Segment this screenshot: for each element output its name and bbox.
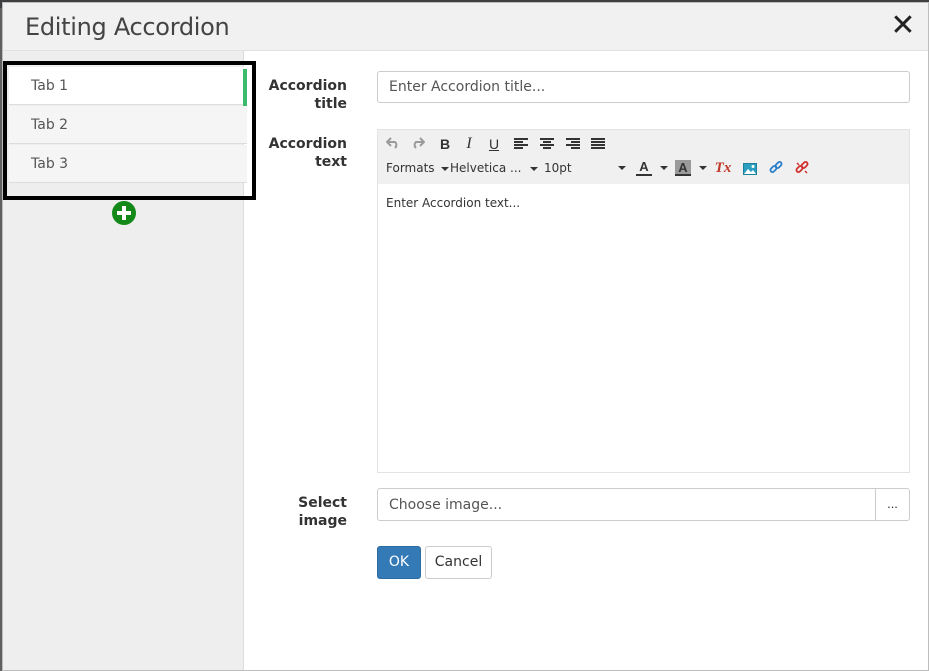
label-line: Select: [298, 495, 347, 511]
chevron-down-icon: [440, 166, 449, 171]
tab-item-3[interactable]: Tab 3: [9, 145, 247, 183]
add-tab-button[interactable]: [112, 201, 136, 225]
label-line: image: [298, 513, 347, 529]
accordion-text-label: Accordion text: [261, 135, 347, 171]
tab-label: Tab 3: [31, 156, 69, 172]
redo-icon[interactable]: [409, 134, 427, 154]
dialog-header: Editing Accordion ✕: [3, 3, 928, 51]
chevron-down-icon: [618, 166, 626, 170]
browse-image-button[interactable]: ...: [875, 488, 910, 521]
align-justify-icon[interactable]: [591, 138, 607, 152]
accordion-dialog: Editing Accordion ✕ Tab 1 Tab 2 Tab 3 Ac…: [2, 2, 929, 671]
rich-text-editor: B I U Formats Helvetica ... 10pt A A Tx …: [377, 129, 910, 473]
select-image-label: Select image: [261, 494, 347, 530]
chevron-down-icon[interactable]: [660, 166, 668, 170]
label-line: text: [315, 154, 347, 170]
tab-list: Tab 1 Tab 2 Tab 3: [3, 61, 256, 200]
close-icon: ✕: [890, 8, 916, 43]
chevron-down-icon[interactable]: [699, 166, 707, 170]
italic-icon[interactable]: I: [460, 134, 478, 154]
label-line: Accordion: [268, 78, 347, 94]
ok-button[interactable]: OK: [377, 546, 421, 579]
align-right-icon[interactable]: [566, 138, 582, 152]
tab-item-1[interactable]: Tab 1: [9, 67, 247, 106]
link-icon[interactable]: [768, 160, 784, 176]
editor-toolbar: B I U Formats Helvetica ... 10pt A A Tx: [378, 130, 909, 184]
clear-formatting-icon[interactable]: Tx: [714, 158, 732, 178]
undo-icon[interactable]: [384, 134, 402, 154]
editor-content[interactable]: Enter Accordion text...: [386, 196, 520, 210]
image-path-input[interactable]: [377, 488, 876, 521]
tabs-sidebar: Tab 1 Tab 2 Tab 3: [3, 51, 256, 670]
underline-icon[interactable]: U: [485, 134, 503, 154]
label-line: Accordion: [268, 136, 347, 152]
font-family-dropdown[interactable]: Helvetica ...: [450, 158, 539, 178]
accordion-title-input[interactable]: [377, 71, 910, 103]
label-line: title: [314, 96, 347, 112]
align-left-icon[interactable]: [514, 138, 530, 152]
close-button[interactable]: ✕: [890, 11, 916, 41]
font-size-label: 10pt: [544, 161, 572, 175]
font-family-label: Helvetica ...: [450, 161, 522, 175]
chevron-down-icon: [530, 166, 539, 171]
tab-label: Tab 1: [31, 78, 69, 94]
unlink-icon[interactable]: [794, 160, 810, 176]
active-tab-indicator: [243, 69, 247, 106]
formats-dropdown[interactable]: Formats: [386, 158, 449, 178]
dialog-title: Editing Accordion: [25, 13, 230, 41]
font-size-dropdown[interactable]: 10pt: [544, 158, 626, 178]
image-icon[interactable]: [742, 160, 758, 176]
accordion-title-label: Accordion title: [261, 77, 347, 113]
tab-label: Tab 2: [31, 117, 69, 133]
tab-item-2[interactable]: Tab 2: [9, 106, 247, 144]
background-color-icon[interactable]: A: [675, 160, 691, 176]
align-center-icon[interactable]: [540, 138, 556, 152]
bold-icon[interactable]: B: [436, 134, 454, 154]
image-picker: ...: [377, 488, 910, 521]
formats-label: Formats: [386, 161, 435, 175]
text-color-icon[interactable]: A: [636, 158, 652, 176]
cancel-button[interactable]: Cancel: [425, 546, 492, 579]
